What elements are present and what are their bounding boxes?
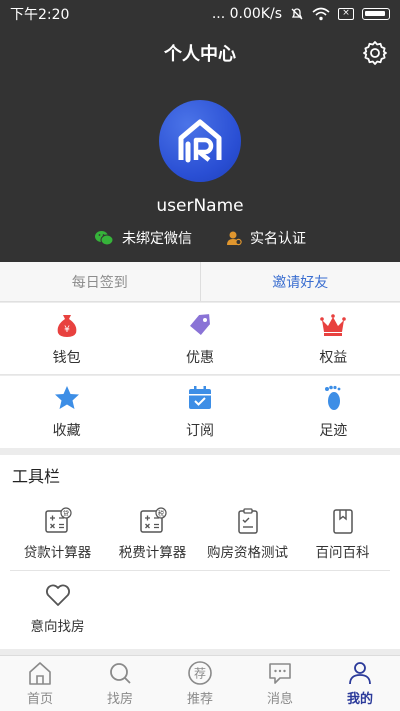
- favorites-label: 收藏: [52, 423, 81, 439]
- checklist-icon: [237, 507, 258, 534]
- nav-find-house[interactable]: 找房: [80, 656, 160, 711]
- user-icon: [349, 662, 371, 685]
- nav-find-label: 找房: [106, 692, 133, 707]
- sign-invite-bar: 每日签到 邀请好友: [0, 262, 400, 302]
- realname-verify[interactable]: 实名认证: [226, 228, 306, 248]
- username: userName: [156, 196, 244, 216]
- nav-messages-label: 消息: [266, 692, 293, 707]
- intent-house-label: 意向找房: [30, 619, 85, 635]
- heart-icon: [45, 584, 70, 606]
- nav-home-label: 首页: [26, 692, 53, 707]
- loan-calculator-item[interactable]: 贷 贷款计算器: [10, 497, 105, 570]
- binding-row: 未绑定微信 实名认证: [0, 228, 400, 248]
- tools-row: 贷 贷款计算器 税 税费计算器 购房资格测试 百问百科: [10, 497, 390, 571]
- tools-section: 贷 贷款计算器 税 税费计算器 购房资格测试 百问百科 意向找房: [0, 497, 400, 649]
- subscribe-item[interactable]: 订阅: [133, 376, 266, 448]
- chat-bubble-icon: [269, 663, 291, 684]
- purchase-qualification-item[interactable]: 购房资格测试: [200, 497, 295, 570]
- recommend-icon: 荐: [188, 661, 212, 685]
- nav-mine[interactable]: 我的: [320, 656, 400, 711]
- rights-item[interactable]: 权益: [267, 303, 400, 374]
- tax-calculator-item[interactable]: 税 税费计算器: [105, 497, 200, 570]
- loan-calculator-label: 贷款计算器: [23, 544, 92, 561]
- page-title: 个人中心: [164, 44, 236, 65]
- wallet-item[interactable]: ¥ 钱包: [0, 303, 133, 374]
- wallet-label: 钱包: [52, 349, 81, 366]
- bell-muted-icon: [291, 8, 303, 20]
- recommend-glyph: 荐: [194, 667, 206, 681]
- footprint-icon: [325, 385, 341, 410]
- wechat-bind[interactable]: 未绑定微信: [94, 228, 192, 248]
- favorites-item[interactable]: 收藏: [0, 376, 133, 448]
- footprint-label: 足迹: [319, 423, 348, 439]
- subscribe-label: 订阅: [185, 423, 214, 439]
- tax-badge: 税: [157, 508, 164, 517]
- avatar[interactable]: [159, 100, 241, 182]
- wechat-icon: [95, 231, 114, 246]
- nav-home[interactable]: 首页: [0, 656, 80, 711]
- app-logo-icon: [178, 119, 222, 163]
- purchase-qualification-label: 购房资格测试: [207, 544, 288, 561]
- wifi-icon: [312, 7, 330, 21]
- footprint-item[interactable]: 足迹: [267, 376, 400, 448]
- status-bar: 下午2:20 ... 0.00K/s ×: [0, 0, 400, 28]
- realname-label: 实名认证: [250, 231, 306, 247]
- coupon-item[interactable]: 优惠: [133, 303, 266, 374]
- tax-calculator-label: 税费计算器: [118, 544, 187, 561]
- nav-recommend-label: 推荐: [186, 692, 213, 707]
- tools-section-title: 工具栏: [0, 455, 400, 497]
- crown-icon: [320, 313, 347, 336]
- invite-friends-button[interactable]: 邀请好友: [199, 262, 400, 301]
- home-icon: [29, 662, 51, 685]
- rights-label: 权益: [319, 349, 348, 366]
- calculator-icon: 税: [139, 506, 167, 533]
- sim-icon: ×: [338, 8, 354, 20]
- nav-messages[interactable]: 消息: [240, 656, 320, 711]
- nav-mine-label: 我的: [346, 692, 373, 707]
- coupon-label: 优惠: [185, 349, 214, 366]
- calculator-icon: 贷: [44, 506, 72, 533]
- nav-recommend[interactable]: 荐 推荐: [160, 656, 240, 711]
- search-icon: [110, 663, 131, 684]
- feature-grid-row1: ¥ 钱包 优惠 权益: [0, 303, 400, 375]
- daily-checkin-button[interactable]: 每日签到: [0, 262, 200, 301]
- feature-grid-row2: 收藏 订阅 足迹: [0, 376, 400, 448]
- tag-icon: [190, 313, 210, 335]
- svg-text:¥: ¥: [64, 325, 70, 335]
- loan-badge: 贷: [62, 508, 69, 517]
- network-speed: ... 0.00K/s: [211, 6, 282, 22]
- intent-house-item[interactable]: 意向找房: [10, 572, 105, 644]
- bottom-nav: 首页 找房 荐 推荐 消息 我的: [0, 655, 400, 711]
- encyclopedia-label: 百问百科: [315, 544, 370, 561]
- wechat-label: 未绑定微信: [122, 231, 192, 247]
- person-badge-icon: [227, 231, 242, 246]
- money-bag-icon: ¥: [57, 314, 77, 337]
- calendar-check-icon: [188, 386, 211, 409]
- book-bookmark-icon: [332, 508, 353, 534]
- gear-icon[interactable]: [362, 40, 388, 66]
- encyclopedia-item[interactable]: 百问百科: [295, 497, 390, 570]
- status-time: 下午2:20: [10, 7, 70, 23]
- battery-icon: [362, 8, 390, 20]
- status-icons: ... 0.00K/s ×: [212, 6, 390, 22]
- profile-header: 下午2:20 ... 0.00K/s × 个人中心 userName 未绑定微信…: [0, 0, 400, 262]
- star-icon: [54, 386, 79, 409]
